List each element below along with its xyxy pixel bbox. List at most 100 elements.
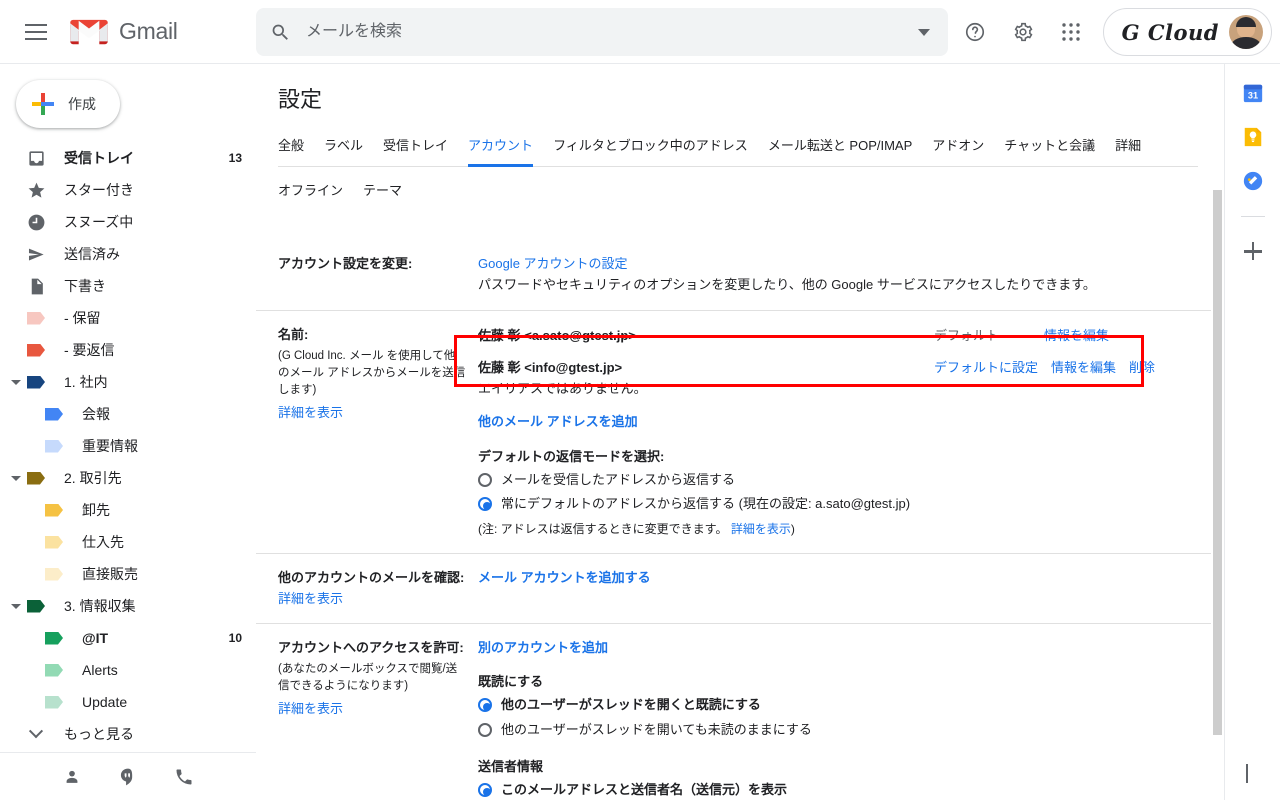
google-calendar-icon[interactable]: 31 [1242,82,1264,104]
radio-icon[interactable] [478,472,492,487]
sidebar-item-wholesale[interactable]: 卸先 [0,494,256,526]
sender-info-group: 送信者情報 このメールアドレスと送信者名（送信元）を表示 このメールアドレスだけ… [478,757,1184,800]
sidebar-item-label: @IT [82,630,109,646]
account-chip[interactable]: G Cloud [1102,8,1272,56]
tab-labels[interactable]: ラベル [324,131,363,167]
radio-icon[interactable] [478,782,492,797]
grant-access-details-link[interactable]: 詳細を表示 [278,699,343,719]
hamburger-icon[interactable] [12,8,60,56]
help-icon[interactable] [951,8,999,56]
sidebar-item-internal[interactable]: 1. 社内 [0,366,256,398]
sidebar-more-label: もっと見る [64,726,134,742]
radio-icon[interactable] [478,723,492,738]
plus-icon [32,93,54,115]
add-mail-account-link[interactable]: メール アカウントを追加する [478,570,651,585]
radio-show-address-and-name[interactable]: このメールアドレスと送信者名（送信元）を表示 [478,778,1184,800]
label-icon [44,404,64,424]
page-title: 設定 [278,87,323,112]
content-scrollbar[interactable] [1211,190,1224,735]
label-icon [44,660,64,680]
sidebar-item-at-it[interactable]: @IT 10 [0,622,256,654]
chevron-down-icon[interactable] [6,468,26,488]
reply-note-details-link[interactable]: 詳細を表示 [731,522,791,536]
chevron-down-icon[interactable] [6,372,26,392]
sidebar-item-needs-reply[interactable]: - 要返信 [0,334,256,366]
side-panel: 31 [1224,64,1280,800]
delete-link[interactable]: 削除 [1129,358,1155,379]
sidebar-item-inbox[interactable]: 受信トレイ 13 [0,142,256,174]
star-icon [26,180,46,200]
sidebar-item-clients[interactable]: 2. 取引先 [0,462,256,494]
scrollbar-thumb[interactable] [1213,190,1222,735]
radio-always-reply-from-default[interactable]: 常にデフォルトのアドレスから返信する (現在の設定: a.sato@gtest.… [478,492,1184,517]
tab-addons[interactable]: アドオン [932,131,984,167]
set-as-default-link[interactable]: デフォルトに設定 [934,358,1038,379]
sidebar-item-supplier[interactable]: 仕入先 [0,526,256,558]
avatar[interactable] [1229,15,1263,49]
sidebar-item-important-info[interactable]: 重要情報 [0,430,256,462]
sidebar-item-direct-sales[interactable]: 直接販売 [0,558,256,590]
account-change-description: パスワードやセキュリティのオプションを変更したり、他の Google サービスに… [478,276,1096,292]
edit-info-link[interactable]: 情報を編集 [1044,326,1109,347]
sidebar-item-label: 3. 情報収集 [64,598,136,614]
label-icon [44,500,64,520]
google-keep-icon[interactable] [1242,126,1264,148]
sidebar-item-label: Update [82,694,128,710]
radio-mark-read-when-opened[interactable]: 他のユーザーがスレッドを開くと既読にする [478,693,1184,718]
sidebar-item-label: 1. 社内 [64,374,108,390]
tab-forwarding-pop-imap[interactable]: メール転送と POP/IMAP [768,131,912,167]
gear-icon[interactable] [999,8,1047,56]
radio-icon[interactable] [478,497,492,512]
sidebar-item-label: - 要返信 [64,342,115,358]
section-title: アカウントへのアクセスを許可: [278,639,464,655]
radio-leave-unread-when-opened[interactable]: 他のユーザーがスレッドを開いても未読のままにする [478,718,1184,743]
add-other-email-address-link[interactable]: 他のメール アドレスを追加 [478,414,638,429]
radio-reply-from-received-address[interactable]: メールを受信したアドレスから返信する [478,468,1184,493]
sidebar-item-sent[interactable]: 送信済み [0,238,256,270]
radio-icon[interactable] [478,698,492,713]
tab-general[interactable]: 全般 [278,131,304,167]
google-account-settings-link[interactable]: Google アカウントの設定 [478,256,628,271]
plus-icon[interactable] [1243,241,1263,261]
sidebar-item-alerts[interactable]: Alerts [0,654,256,686]
sidebar-item-label: 受信トレイ [64,150,134,166]
tab-offline[interactable]: オフライン [278,176,343,203]
label-icon [26,308,46,328]
name-details-link[interactable]: 詳細を表示 [278,403,343,423]
tab-themes[interactable]: テーマ [363,176,402,203]
edit-info-link[interactable]: 情報を編集 [1051,358,1116,379]
tab-accounts[interactable]: アカウント [468,131,534,167]
contacts-icon[interactable] [62,767,82,787]
sidebar-item-update[interactable]: Update [0,686,256,718]
sidebar-item-snoozed[interactable]: スヌーズ中 [0,206,256,238]
sidebar-item-newsletter[interactable]: 会報 [0,398,256,430]
sidebar-item-label: - 保留 [64,310,101,326]
compose-button[interactable]: 作成 [16,80,120,128]
sidebar-item-starred[interactable]: スター付き [0,174,256,206]
default-status-badge: デフォルト [934,327,1000,343]
apps-grid-icon[interactable] [1047,8,1095,56]
gmail-brand[interactable]: Gmail [70,17,178,47]
tab-filters[interactable]: フィルタとブロック中のアドレス [553,131,748,167]
sidebar-item-more[interactable]: もっと見る [0,718,256,750]
tab-advanced[interactable]: 詳細 [1115,131,1141,167]
section-title: 他のアカウントのメールを確認: [278,570,465,586]
hangouts-icon[interactable] [118,767,138,787]
search-bar[interactable] [256,8,948,56]
other-accounts-details-link[interactable]: 詳細を表示 [278,591,343,606]
search-options-chevron-down-icon[interactable] [900,8,948,56]
sidebar-item-info-gathering[interactable]: 3. 情報収集 [0,590,256,622]
chevron-right-icon[interactable] [1243,764,1263,786]
chevron-down-icon[interactable] [6,596,26,616]
section-check-other-accounts: 他のアカウントのメールを確認: 詳細を表示 メール アカウントを追加する [256,553,1224,622]
google-tasks-icon[interactable] [1242,170,1264,192]
search-icon[interactable] [256,8,304,56]
sidebar-item-hold[interactable]: - 保留 [0,302,256,334]
phone-icon[interactable] [174,767,194,787]
sidebar-item-drafts[interactable]: 下書き [0,270,256,302]
tab-inbox[interactable]: 受信トレイ [383,131,448,167]
tab-chat-and-meet[interactable]: チャットと会議 [1004,131,1095,167]
add-another-account-link[interactable]: 別のアカウントを追加 [478,640,608,655]
table-row: 佐藤 彰 <a.sato@gtest.jp> デフォルト 情報を編集 [478,325,1184,351]
search-input[interactable] [304,10,900,54]
